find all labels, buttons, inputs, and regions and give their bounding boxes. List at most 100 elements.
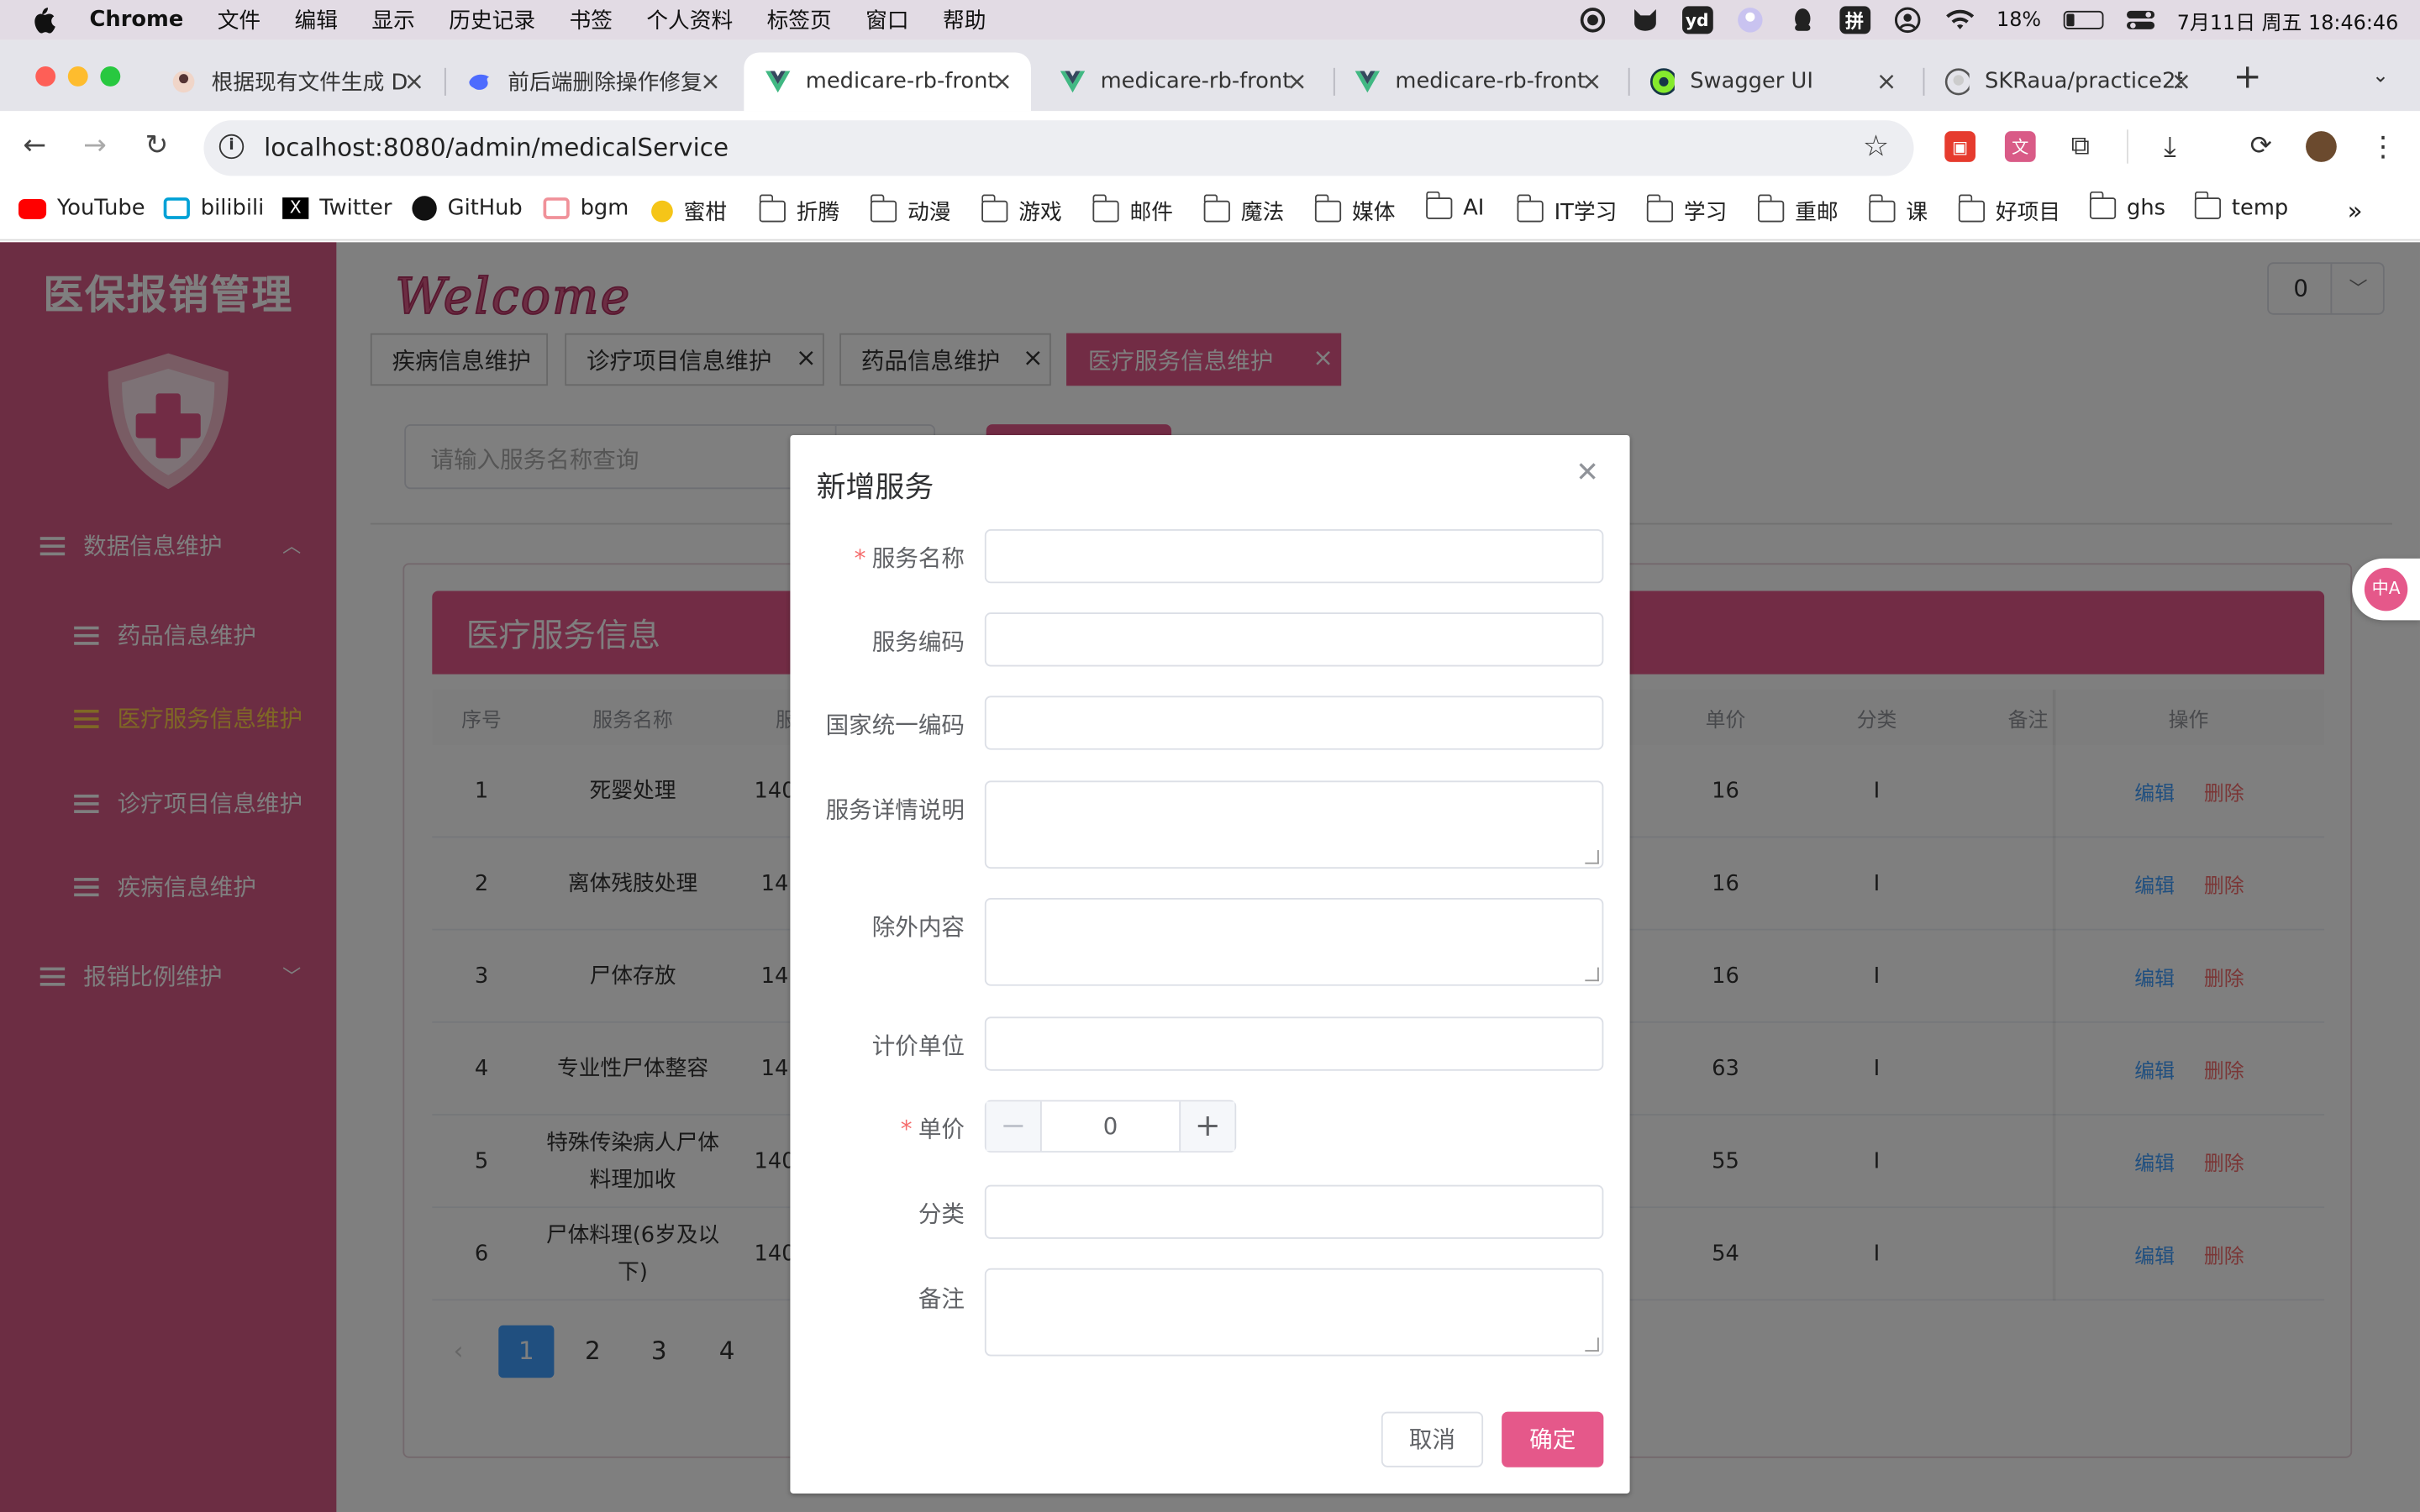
qq-icon[interactable] (1786, 6, 1818, 34)
record-icon[interactable] (1576, 6, 1607, 34)
unit-price-input[interactable]: 0 (1042, 1112, 1179, 1140)
download-icon[interactable]: ⤓ (2154, 130, 2186, 163)
close-icon[interactable]: × (700, 66, 721, 96)
exclusions-textarea[interactable] (984, 897, 1604, 986)
cat-icon[interactable] (1629, 6, 1660, 34)
bookmark-twitter[interactable]: X Twitter (282, 196, 392, 221)
menu-app-name[interactable]: Chrome (90, 8, 184, 32)
wifi-icon[interactable] (1944, 6, 1975, 34)
menu-tab[interactable]: 标签页 (767, 5, 832, 36)
menu-help[interactable]: 帮助 (943, 5, 986, 36)
tab-2[interactable]: 前后端删除操作修复 × (446, 52, 739, 111)
bookmark-folder-ai[interactable]: AI (1425, 191, 1485, 221)
site-info-icon[interactable]: i (218, 134, 245, 160)
decrease-button[interactable]: − (986, 1101, 1042, 1152)
close-icon[interactable]: × (1876, 66, 1897, 96)
menu-edit[interactable]: 编辑 (295, 5, 338, 36)
menu-file[interactable]: 文件 (218, 5, 260, 36)
bookmark-folder-chongyou[interactable]: 重邮 (1757, 194, 1839, 227)
close-icon[interactable]: × (403, 66, 424, 96)
menu-profiles[interactable]: 个人资料 (646, 5, 733, 36)
category-input[interactable] (984, 1184, 1604, 1239)
close-icon[interactable]: × (992, 66, 1013, 96)
bookmark-label: AI (1463, 196, 1485, 221)
bookmark-folder-zheteng[interactable]: 折腾 (758, 194, 839, 227)
bookmark-bilibili[interactable]: bilibili (163, 196, 264, 221)
menu-window[interactable]: 窗口 (865, 5, 908, 36)
zoom-window-button[interactable] (100, 66, 121, 87)
field-label-service-code: 服务编码 (871, 627, 965, 656)
youdao-icon[interactable]: yd (1681, 6, 1713, 34)
close-icon[interactable]: × (2171, 66, 2192, 96)
translate-floating-widget[interactable]: 中A (2352, 558, 2420, 621)
minimize-window-button[interactable] (67, 66, 88, 87)
service-detail-textarea[interactable] (984, 780, 1604, 869)
translate-extension-icon[interactable]: 文 (2004, 131, 2036, 162)
bookmark-folder-haoxiangmu[interactable]: 好项目 (1957, 194, 2060, 227)
user-status-icon[interactable] (1734, 6, 1765, 34)
folder-icon (981, 194, 1008, 223)
bookmark-youtube[interactable]: YouTube (18, 196, 145, 221)
url-text[interactable]: localhost:8080/admin/medicalService (264, 133, 729, 162)
remark-textarea[interactable] (984, 1268, 1604, 1357)
address-bar[interactable]: i localhost:8080/admin/medicalService ☆ (203, 120, 1914, 176)
cancel-button[interactable]: 取消 (1381, 1411, 1484, 1467)
extensions-puzzle-icon[interactable]: ⧉ (2065, 131, 2096, 162)
bookmark-folder-mofa[interactable]: 魔法 (1202, 194, 1284, 227)
bookmark-folder-temp[interactable]: temp (2193, 191, 2288, 221)
clock[interactable]: 7月11日 周五 18:46:46 (2177, 5, 2399, 35)
input-method-icon[interactable]: 拼 (1839, 6, 1870, 34)
menu-view[interactable]: 显示 (371, 5, 414, 36)
tab-title: Swagger UI (1690, 69, 1813, 95)
bookmark-folder-youxi[interactable]: 游戏 (981, 194, 1062, 227)
account-icon[interactable] (1891, 6, 1923, 34)
more-menu-icon[interactable]: ⋮ (2368, 130, 2399, 163)
performance-icon[interactable]: ⟳ (2245, 131, 2276, 162)
reload-icon[interactable]: ↻ (145, 129, 169, 162)
tab-6[interactable]: Swagger UI × (1628, 52, 1916, 111)
national-code-input[interactable] (984, 696, 1604, 750)
tab-5[interactable]: medicare-rb-front × (1334, 52, 1621, 111)
bookmark-mikan[interactable]: 蜜柑 (651, 196, 727, 227)
increase-button[interactable]: + (1179, 1101, 1235, 1152)
extension-red-icon[interactable]: ▣ (1944, 131, 1976, 162)
bookmark-folder-itxuexi[interactable]: IT学习 (1516, 194, 1617, 227)
bookmark-folder-youjian[interactable]: 邮件 (1092, 194, 1173, 227)
browser-toolbar: ← → ↻ i localhost:8080/admin/medicalServ… (0, 111, 2420, 182)
bookmark-bgm[interactable]: bgm (543, 196, 629, 221)
more-bookmarks-icon[interactable]: » (2348, 196, 2363, 225)
tab-7[interactable]: SKRaua/practice25 × (1923, 52, 2211, 111)
tab-3-active[interactable]: medicare-rb-front × (744, 52, 1031, 112)
close-window-button[interactable] (35, 66, 56, 87)
bookmark-github[interactable]: GitHub (412, 196, 523, 221)
battery-icon[interactable] (2062, 10, 2103, 29)
bookmark-label: 重邮 (1795, 200, 1839, 226)
pricing-unit-input[interactable] (984, 1016, 1604, 1071)
bookmark-folder-meiti[interactable]: 媒体 (1313, 194, 1395, 227)
service-code-input[interactable] (984, 612, 1604, 667)
confirm-button[interactable]: 确定 (1502, 1411, 1604, 1467)
menu-bookmarks[interactable]: 书签 (569, 5, 612, 36)
close-icon[interactable]: × (1286, 66, 1307, 96)
bookmark-folder-ke[interactable]: 课 (1868, 194, 1928, 227)
back-icon[interactable]: ← (24, 129, 47, 162)
bookmark-folder-dongman[interactable]: 动漫 (869, 194, 950, 227)
apple-icon[interactable] (31, 6, 55, 34)
bookmark-folder-xuexi[interactable]: 学习 (1645, 194, 1727, 227)
profile-avatar[interactable] (2306, 131, 2337, 162)
forward-icon[interactable]: → (83, 129, 107, 162)
menu-history[interactable]: 历史记录 (449, 5, 535, 36)
new-tab-icon[interactable]: + (2233, 59, 2262, 97)
tab-4[interactable]: medicare-rb-front × (1039, 52, 1326, 111)
control-center-icon[interactable] (2124, 6, 2155, 34)
deepseek-icon (468, 70, 492, 94)
bookmark-star-icon[interactable]: ☆ (1863, 129, 1889, 163)
close-icon[interactable]: × (1581, 66, 1602, 96)
service-name-input[interactable] (984, 528, 1604, 584)
folder-icon (1092, 194, 1119, 223)
bookmark-folder-ghs[interactable]: ghs (2089, 191, 2165, 221)
tab-search-icon[interactable]: ⌄ (2372, 65, 2389, 88)
tab-1[interactable]: 根据现有文件生成 D × (150, 52, 443, 111)
close-icon[interactable]: ✕ (1576, 457, 1599, 490)
field-label-service-name: * 服务名称 (855, 542, 965, 575)
